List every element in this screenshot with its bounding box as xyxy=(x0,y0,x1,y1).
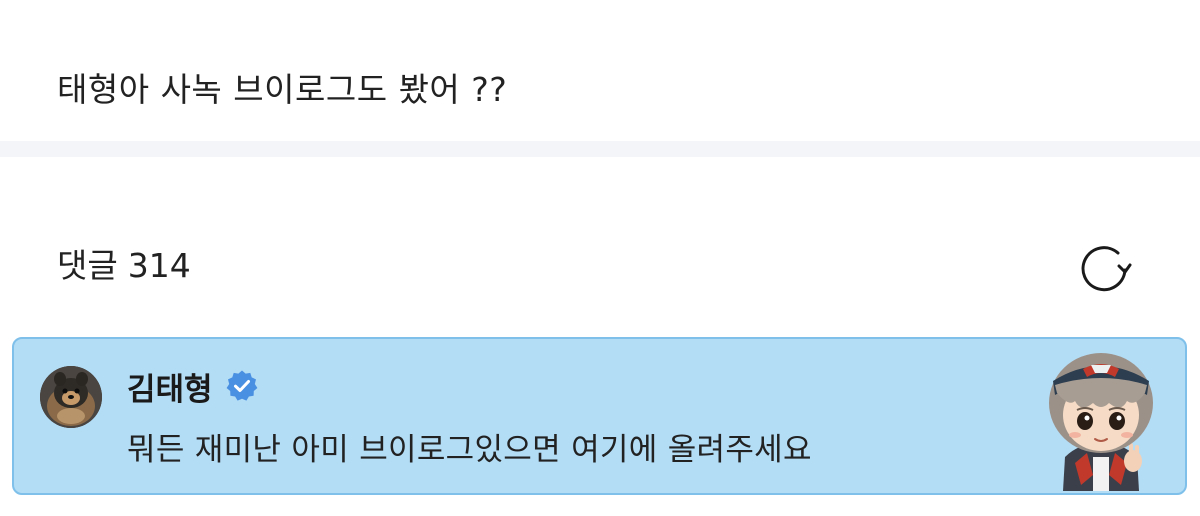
refresh-button[interactable] xyxy=(1078,241,1134,297)
pinned-comment-text: 뭐든 재미난 아미 브이로그있으면 여기에 올려주세요 xyxy=(127,432,812,468)
comments-header: 댓글 314 xyxy=(57,238,191,294)
avatar[interactable] xyxy=(40,366,102,428)
refresh-icon xyxy=(1081,246,1132,292)
section-divider xyxy=(0,141,1200,157)
avatar-dog-image xyxy=(40,366,102,428)
comments-count: 314 xyxy=(127,246,191,285)
post-question-text: 태형아 사녹 브이로그도 봤어 ?? xyxy=(57,70,508,109)
author-name[interactable]: 김태형 xyxy=(127,364,213,409)
verified-badge-icon xyxy=(225,369,259,403)
pinned-comment-card[interactable]: 김태형 뭐든 재미난 아미 브이로그있으면 여기에 올려주세요 xyxy=(12,337,1187,495)
page: 태형아 사녹 브이로그도 봤어 ?? 댓글 314 김태형 뭐든 재미난 아미 … xyxy=(0,0,1200,516)
comments-label: 댓글 xyxy=(57,246,118,285)
author-row: 김태형 xyxy=(127,361,259,411)
character-sticker xyxy=(1035,345,1167,491)
